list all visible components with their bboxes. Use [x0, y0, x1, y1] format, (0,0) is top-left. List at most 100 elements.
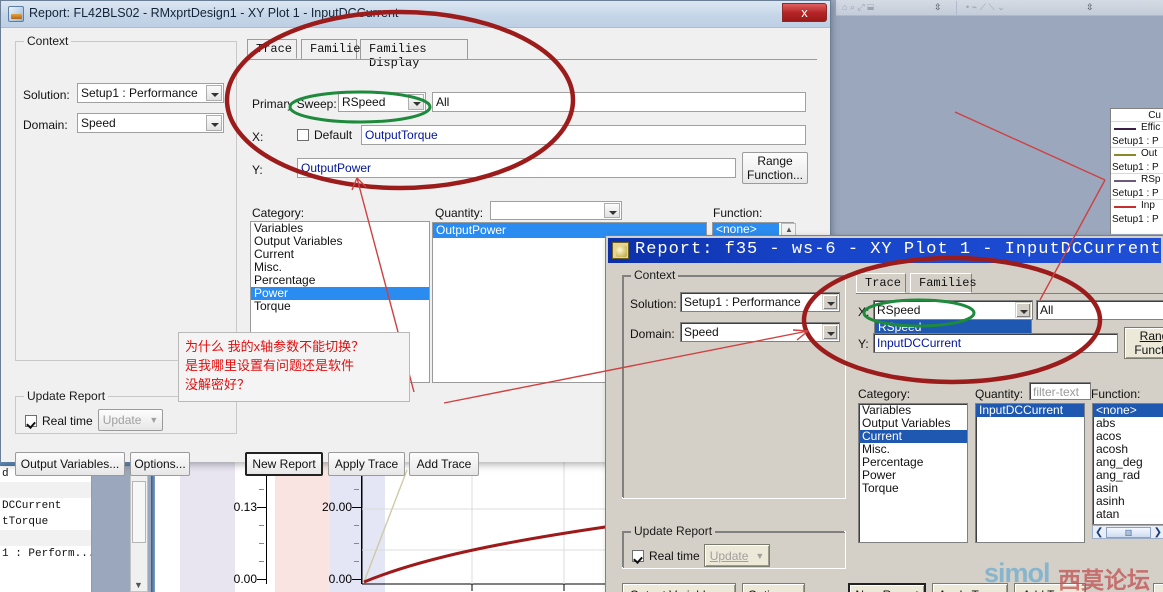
list-item-selected[interactable]: InputDCCurrent: [976, 404, 1084, 417]
primary-sweep-combo[interactable]: RSpeed: [338, 92, 426, 112]
plot-legend: Cu Effic Setup1 : P Out Setup1 : P RSp S…: [1110, 108, 1163, 234]
scroll-thumb[interactable]: [132, 481, 146, 543]
chevron-down-icon[interactable]: [1015, 302, 1031, 318]
dialog2-tabs: Trace Families: [856, 273, 1156, 294]
add-trace-button[interactable]: Add Trace: [409, 452, 479, 476]
checkbox-box[interactable]: [25, 415, 37, 427]
tree-item[interactable]: tTorque: [0, 514, 91, 530]
quantity-filter-input[interactable]: filter-text: [1029, 382, 1091, 400]
scroll-left-icon[interactable]: ❮: [1093, 527, 1105, 538]
new-report-label: New Report: [855, 588, 918, 592]
dialog2-titlebar[interactable]: Report: f35 - ws-6 - XY Plot 1 - InputDC…: [608, 238, 1161, 263]
function-label: Function:: [713, 206, 763, 220]
legend-sublabel: Setup1 : P: [1112, 188, 1159, 199]
add-trace-button[interactable]: Add Trace: [1014, 583, 1086, 592]
new-report-button[interactable]: New Report: [848, 583, 926, 592]
note-line-2: 是我哪里设置有问题还是软件: [185, 358, 355, 373]
note-line-3: 没解密好？: [185, 377, 251, 392]
chevron-down-icon[interactable]: [206, 85, 222, 101]
function-hscrollbar[interactable]: ❮ ▥ ❯: [1092, 525, 1163, 539]
legend-sublabel: Setup1 : P: [1112, 162, 1159, 173]
update-button[interactable]: Update ▼: [98, 409, 163, 431]
x-value: RSpeed: [877, 303, 921, 317]
chevron-down-icon[interactable]: ▼: [755, 551, 764, 561]
update-report-label: Update Report: [24, 389, 109, 403]
update-report-label: Update Report: [631, 524, 716, 538]
domain-combo[interactable]: Speed: [77, 113, 224, 133]
tree-item[interactable]: [0, 530, 91, 546]
tree-item[interactable]: DCCurrent: [0, 498, 91, 514]
x-value-field[interactable]: OutputTorque: [361, 125, 806, 145]
output-variables-label: Output Variables...: [630, 588, 729, 592]
x-range-field[interactable]: All: [1036, 300, 1163, 320]
tab-families-display[interactable]: Families Display: [360, 39, 468, 70]
function-listbox[interactable]: <none> abs acos acosh ang_deg ang_rad as…: [1092, 403, 1163, 525]
range-function-button[interactable]: Rang Functio: [1124, 327, 1163, 359]
output-variables-button[interactable]: Output Variables...: [622, 583, 736, 592]
apply-trace-label: Apply Trace: [938, 588, 1001, 592]
scroll-thumb[interactable]: ▥: [1106, 526, 1151, 538]
dialog1-titlebar[interactable]: Report: FL42BLS02 - RMxprtDesign1 - XY P…: [1, 1, 830, 28]
checkbox-box[interactable]: [297, 129, 309, 141]
add-trace-label: Add Trace: [1023, 588, 1078, 592]
primary-sweep-range-field[interactable]: All: [432, 92, 806, 112]
chevron-down-icon[interactable]: [408, 94, 424, 110]
dialog1-tabs: Trace Families Families Display: [247, 39, 817, 70]
legend-swatch: [1114, 206, 1136, 208]
close-button[interactable]: x: [782, 3, 827, 22]
legend-label: Out: [1141, 148, 1158, 159]
new-report-button[interactable]: New Report: [245, 452, 323, 476]
note-line-1: 为什么 我的x轴参数不能切换？: [185, 339, 365, 354]
options-button[interactable]: Options...: [130, 452, 190, 476]
category-listbox[interactable]: Variables Output Variables Current Misc.…: [858, 403, 968, 543]
list-item[interactable]: Torque: [859, 482, 967, 495]
chevron-down-icon[interactable]: [206, 115, 222, 131]
tab-trace[interactable]: Trace: [247, 39, 297, 59]
tab-families[interactable]: Families: [910, 273, 977, 293]
tab-trace[interactable]: Trace: [856, 273, 906, 293]
range-function-button[interactable]: Range Function...: [742, 152, 808, 184]
update-button[interactable]: Update ▼: [704, 544, 770, 567]
chevron-down-icon[interactable]: ▼: [149, 415, 158, 425]
range-function-line1: Range: [757, 154, 793, 168]
chevron-down-icon[interactable]: [822, 324, 838, 340]
chevron-down-icon[interactable]: [604, 203, 620, 218]
list-item-selected[interactable]: RSpeed: [875, 320, 1031, 334]
dialog2-body: Context Solution: Setup1 : Performance D…: [608, 263, 1163, 592]
tree-item[interactable]: 1 : Perform...: [0, 546, 91, 562]
list-item[interactable]: atan: [1093, 508, 1163, 521]
legend-swatch: [1114, 154, 1136, 156]
solution-combo[interactable]: Setup1 : Performance: [77, 83, 224, 103]
primary-sweep-value: RSpeed: [342, 95, 386, 109]
output-variables-button[interactable]: Output Variables...: [15, 452, 125, 476]
project-tree-scrollbar[interactable]: ▲ ▼: [130, 466, 148, 592]
quantity-listbox[interactable]: InputDCCurrent: [975, 403, 1085, 543]
chevron-down-icon[interactable]: [822, 294, 838, 310]
pane-divider[interactable]: [151, 462, 155, 592]
report-icon: [8, 6, 24, 22]
y-axis-2-tick-bottom: 0.00: [328, 572, 352, 586]
project-tree[interactable]: d DCCurrent tTorque 1 : Perform...: [0, 466, 92, 592]
list-item[interactable]: Torque: [251, 300, 429, 313]
x-default-label: Default: [314, 128, 353, 142]
scroll-right-icon[interactable]: ❯: [1152, 527, 1163, 538]
apply-trace-button[interactable]: Apply Trace: [932, 583, 1008, 592]
quantity-filter-combo[interactable]: [490, 201, 622, 220]
legend-item: Inp: [1111, 199, 1163, 214]
scroll-down-icon[interactable]: ▼: [134, 580, 143, 590]
solution-value: Setup1 : Performance: [81, 86, 198, 100]
y-value-field[interactable]: OutputPower: [297, 158, 736, 178]
y-value-field[interactable]: InputDCCurrent: [873, 333, 1118, 353]
tab-families[interactable]: Families: [301, 39, 368, 59]
solution-combo[interactable]: Setup1 : Performance: [680, 292, 840, 312]
update-button-label: Update: [709, 548, 749, 563]
checkbox-box[interactable]: [632, 550, 644, 562]
domain-combo[interactable]: Speed: [680, 322, 840, 342]
background-toolbar: ⌂ ⌕ ⤢ ⬓ ⇳ • ⌁ ⟋ ⟍ ⌄ ⇳: [836, 0, 1163, 16]
tree-item[interactable]: [0, 482, 91, 498]
options-button[interactable]: Options...: [742, 583, 805, 592]
scroll-up-icon[interactable]: ▲: [785, 225, 793, 234]
apply-trace-button[interactable]: Apply Trace: [328, 452, 405, 476]
x-combo[interactable]: RSpeed: [873, 300, 1033, 320]
extra-button[interactable]: [1153, 583, 1163, 592]
